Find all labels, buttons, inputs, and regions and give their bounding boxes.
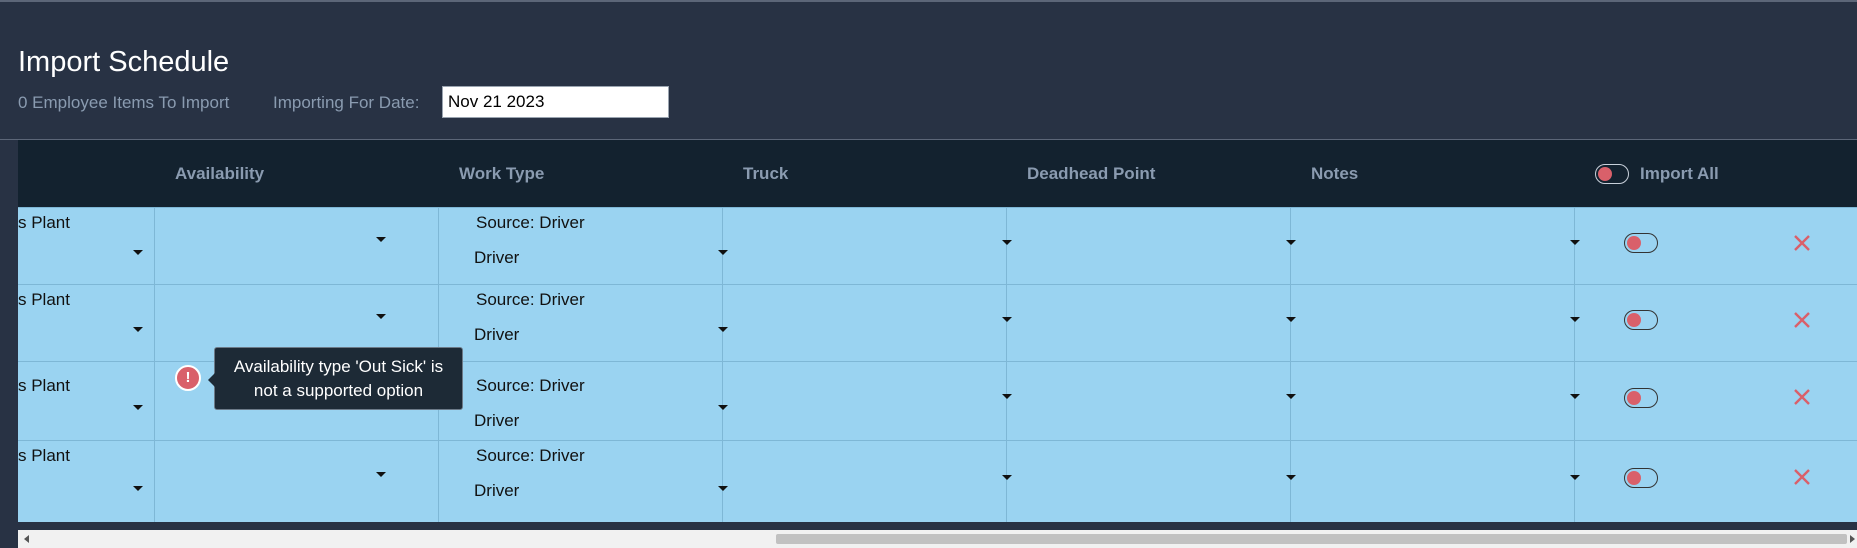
work-type-cell[interactable]: Source: Driver Driver (439, 208, 728, 284)
import-row-toggle[interactable] (1624, 388, 1658, 408)
tooltip-line-1: Availability type 'Out Sick' is (233, 357, 444, 376)
work-type-value[interactable]: Driver (474, 248, 519, 268)
notes-cell[interactable] (1291, 208, 1580, 284)
source-text: Source: Driver (476, 213, 585, 232)
deadhead-point-cell[interactable] (1007, 362, 1296, 440)
column-header-work-type[interactable]: Work Type (459, 164, 544, 184)
horizontal-scrollbar[interactable] (18, 530, 1857, 548)
import-date-label: Importing For Date: (273, 93, 420, 112)
source-text: Source: Driver (476, 446, 585, 465)
error-tooltip: Availability type 'Out Sick' is not a sup… (208, 347, 463, 410)
column-header-truck[interactable]: Truck (743, 164, 788, 184)
table-header: Availability Work Type Truck Deadhead Po… (18, 140, 1857, 207)
tooltip-arrow (208, 373, 215, 387)
column-header-notes[interactable]: Notes (1311, 164, 1358, 184)
deadhead-point-cell[interactable] (1007, 208, 1296, 284)
toggle-knob (1627, 471, 1641, 485)
table-footer-gap (18, 522, 1857, 530)
plant-cell[interactable]: s Plant (18, 362, 155, 440)
work-type-cell[interactable]: Source: Driver Driver (439, 441, 728, 522)
table-row: s Plant Source: Driver Driver (18, 440, 1857, 522)
plant-cell[interactable]: s Plant (18, 285, 155, 361)
actions-cell (1575, 285, 1857, 361)
import-all-label: Import All (1640, 164, 1719, 183)
chevron-down-icon[interactable] (133, 486, 143, 491)
table-row: s Plant Source: Driver Driver! Availability… (18, 347, 1857, 440)
close-icon[interactable] (1792, 387, 1812, 407)
table-row: s Plant Source: Driver Driver (18, 207, 1857, 284)
plant-text: s Plant (18, 376, 70, 395)
import-row-toggle[interactable] (1624, 468, 1658, 488)
actions-cell (1575, 208, 1857, 284)
chevron-down-icon[interactable] (376, 472, 386, 477)
close-icon[interactable] (1792, 310, 1812, 330)
actions-cell (1575, 362, 1857, 440)
page-title: Import Schedule (18, 46, 230, 78)
import-schedule-page: Import Schedule 0 Employee Items To Impo… (0, 0, 1857, 548)
chevron-down-icon[interactable] (133, 327, 143, 332)
chevron-down-icon[interactable] (376, 237, 386, 242)
source-text: Source: Driver (476, 290, 585, 309)
items-count-text: 0 Employee Items To Import (18, 93, 230, 112)
left-gutter (0, 140, 18, 548)
close-icon[interactable] (1792, 233, 1812, 253)
truck-cell[interactable] (723, 362, 1012, 440)
truck-cell[interactable] (723, 441, 1012, 522)
notes-cell[interactable] (1291, 441, 1580, 522)
import-date-input[interactable] (442, 86, 669, 118)
actions-cell (1575, 441, 1857, 522)
toggle-knob (1598, 167, 1612, 181)
truck-cell[interactable] (723, 208, 1012, 284)
truck-cell[interactable] (723, 285, 1012, 361)
alert-icon[interactable]: ! (175, 365, 201, 391)
scroll-left-arrow-icon[interactable] (24, 535, 29, 543)
availability-cell[interactable] (155, 208, 439, 284)
schedule-table: Availability Work Type Truck Deadhead Po… (18, 140, 1857, 522)
availability-cell[interactable] (155, 441, 439, 522)
close-icon[interactable] (1792, 467, 1812, 487)
tooltip-line-2: not a supported option (253, 381, 424, 400)
top-border (0, 0, 1857, 2)
work-type-value[interactable]: Driver (474, 481, 519, 501)
plant-cell[interactable]: s Plant (18, 208, 155, 284)
source-text: Source: Driver (476, 376, 585, 395)
toggle-knob (1627, 236, 1641, 250)
chevron-down-icon[interactable] (133, 405, 143, 410)
chevron-down-icon[interactable] (133, 250, 143, 255)
chevron-down-icon[interactable] (376, 314, 386, 319)
notes-cell[interactable] (1291, 285, 1580, 361)
import-all-toggle[interactable] (1595, 164, 1629, 184)
toggle-knob (1627, 391, 1641, 405)
plant-text: s Plant (18, 213, 70, 232)
work-type-cell[interactable]: Source: Driver Driver (439, 362, 728, 440)
notes-cell[interactable] (1291, 362, 1580, 440)
import-row-toggle[interactable] (1624, 233, 1658, 253)
column-header-availability[interactable]: Availability (175, 164, 264, 184)
work-type-cell[interactable]: Source: Driver Driver (439, 285, 728, 361)
deadhead-point-cell[interactable] (1007, 441, 1296, 522)
column-header-deadhead-point[interactable]: Deadhead Point (1027, 164, 1155, 184)
plant-text: s Plant (18, 446, 70, 465)
scrollbar-thumb[interactable] (776, 534, 1847, 544)
toggle-knob (1627, 313, 1641, 327)
plant-cell[interactable]: s Plant (18, 441, 155, 522)
scroll-right-arrow-icon[interactable] (1850, 535, 1855, 543)
import-row-toggle[interactable] (1624, 310, 1658, 330)
deadhead-point-cell[interactable] (1007, 285, 1296, 361)
work-type-value[interactable]: Driver (474, 325, 519, 345)
plant-text: s Plant (18, 290, 70, 309)
work-type-value[interactable]: Driver (474, 411, 519, 431)
